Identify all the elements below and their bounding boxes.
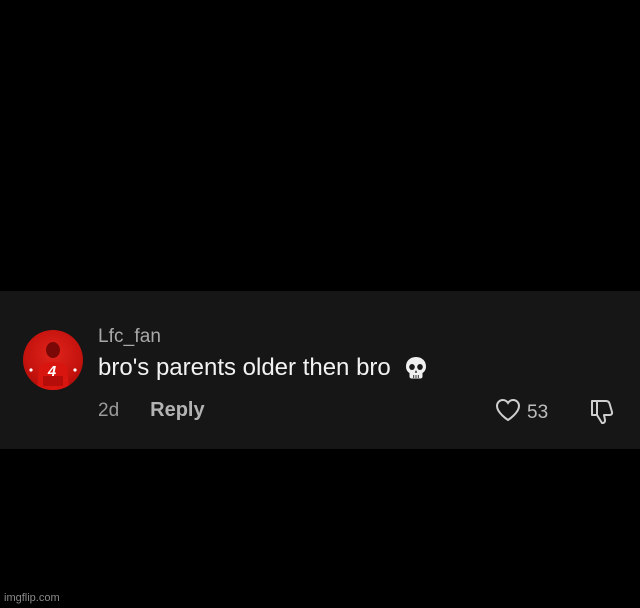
reply-button[interactable]: Reply — [150, 399, 204, 422]
comment-meta: 2d Reply — [98, 399, 205, 422]
screen: 4 Lfc_fan bro's parents older then bro 2… — [0, 0, 640, 608]
timestamp: 2d — [98, 399, 120, 421]
dislike-button[interactable] — [588, 397, 618, 425]
skull-icon — [403, 355, 429, 381]
comment-username[interactable]: Lfc_fan — [98, 326, 161, 348]
like-count: 53 — [527, 402, 549, 423]
comment-item: 4 Lfc_fan bro's parents older then bro 2… — [0, 291, 640, 449]
comment-text: bro's parents older then bro — [98, 354, 391, 381]
thumbs-down-icon[interactable] — [588, 397, 618, 425]
like-button[interactable]: 53 — [494, 397, 548, 429]
avatar[interactable]: 4 — [23, 330, 83, 390]
jersey-number: 4 — [47, 363, 57, 380]
heart-icon[interactable] — [494, 397, 522, 429]
avatar-image: 4 — [29, 342, 77, 390]
comment-body: bro's parents older then bro — [98, 354, 429, 382]
watermark: imgflip.com — [4, 592, 60, 604]
